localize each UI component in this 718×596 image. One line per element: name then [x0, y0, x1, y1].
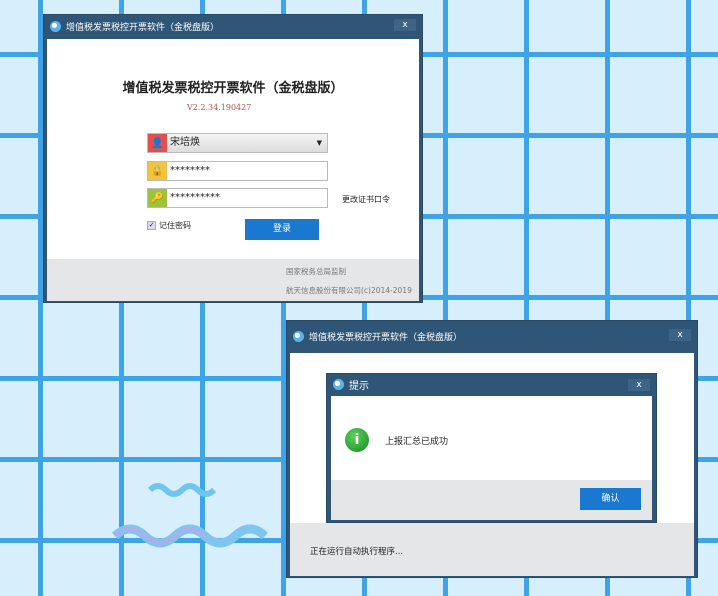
window-title: 增值税发票税控开票软件（金税盘版） — [309, 332, 463, 343]
change-cert-link[interactable]: 更改证书口令 — [342, 194, 390, 205]
app-heading: 增值税发票税控开票软件（金税盘版） — [122, 81, 344, 96]
check-icon: ✓ — [147, 221, 156, 230]
footer-supervisor: 国家税务总局监制 — [286, 267, 346, 276]
password-value: ******** — [170, 165, 210, 176]
user-select[interactable]: 👤 宋培焕 ▼ — [147, 133, 328, 153]
password-input[interactable]: 🔒 ******** — [147, 161, 328, 181]
close-button[interactable]: x — [669, 329, 691, 341]
login-window: 增值税发票税控开票软件（金税盘版） x 增值税发票税控开票软件（金税盘版） V2… — [43, 14, 423, 303]
status-bar: 正在运行自动执行程序... — [290, 523, 694, 576]
info-icon: i — [345, 428, 369, 452]
close-button[interactable]: x — [394, 19, 416, 31]
lock-icon: 🔒 — [148, 162, 167, 180]
window-title: 增值税发票税控开票软件（金税盘版） — [66, 22, 220, 33]
key-icon: 🔑 — [148, 189, 167, 207]
login-body: 增值税发票税控开票软件（金税盘版） V2.2.34.190427 👤 宋培焕 ▼… — [47, 39, 419, 259]
dialog-body: i 上报汇总已成功 — [331, 396, 652, 480]
user-icon: 👤 — [148, 134, 167, 152]
login-button[interactable]: 登录 — [245, 219, 319, 240]
status-text: 正在运行自动执行程序... — [310, 547, 404, 557]
dialog-close-button[interactable]: x — [628, 379, 650, 391]
footer-copyright: 航天信息股份有限公司(c)2014-2019 — [286, 286, 412, 295]
app-logo-icon — [293, 330, 304, 342]
title-bar: 增值税发票税控开票软件（金税盘版） — [44, 15, 422, 37]
cert-password-input[interactable]: 🔑 ********** — [147, 188, 328, 208]
dialog-title: 提示 — [349, 381, 369, 392]
chevron-down-icon: ▼ — [316, 139, 322, 147]
login-footer: 国家税务总局监制 航天信息股份有限公司(c)2014-2019 — [47, 259, 419, 301]
title-bar: 增值税发票税控开票软件（金税盘版） — [287, 321, 697, 351]
dialog-title-bar: 提示 — [327, 374, 656, 395]
dialog-message: 上报汇总已成功 — [385, 437, 449, 447]
cert-password-value: ********** — [170, 192, 220, 203]
app-logo-icon — [333, 379, 344, 390]
wave-decoration — [111, 483, 269, 548]
remember-label: 记住密码 — [159, 221, 191, 230]
version-label: V2.2.34.190427 — [187, 103, 252, 112]
user-value: 宋培焕 — [170, 137, 200, 148]
ok-button[interactable]: 确认 — [580, 488, 641, 510]
remember-checkbox[interactable]: ✓ 记住密码 — [147, 220, 191, 231]
app-logo-icon — [50, 20, 61, 32]
dialog-footer: 确认 — [331, 480, 652, 520]
message-dialog: 提示 x i 上报汇总已成功 确认 — [326, 373, 657, 523]
